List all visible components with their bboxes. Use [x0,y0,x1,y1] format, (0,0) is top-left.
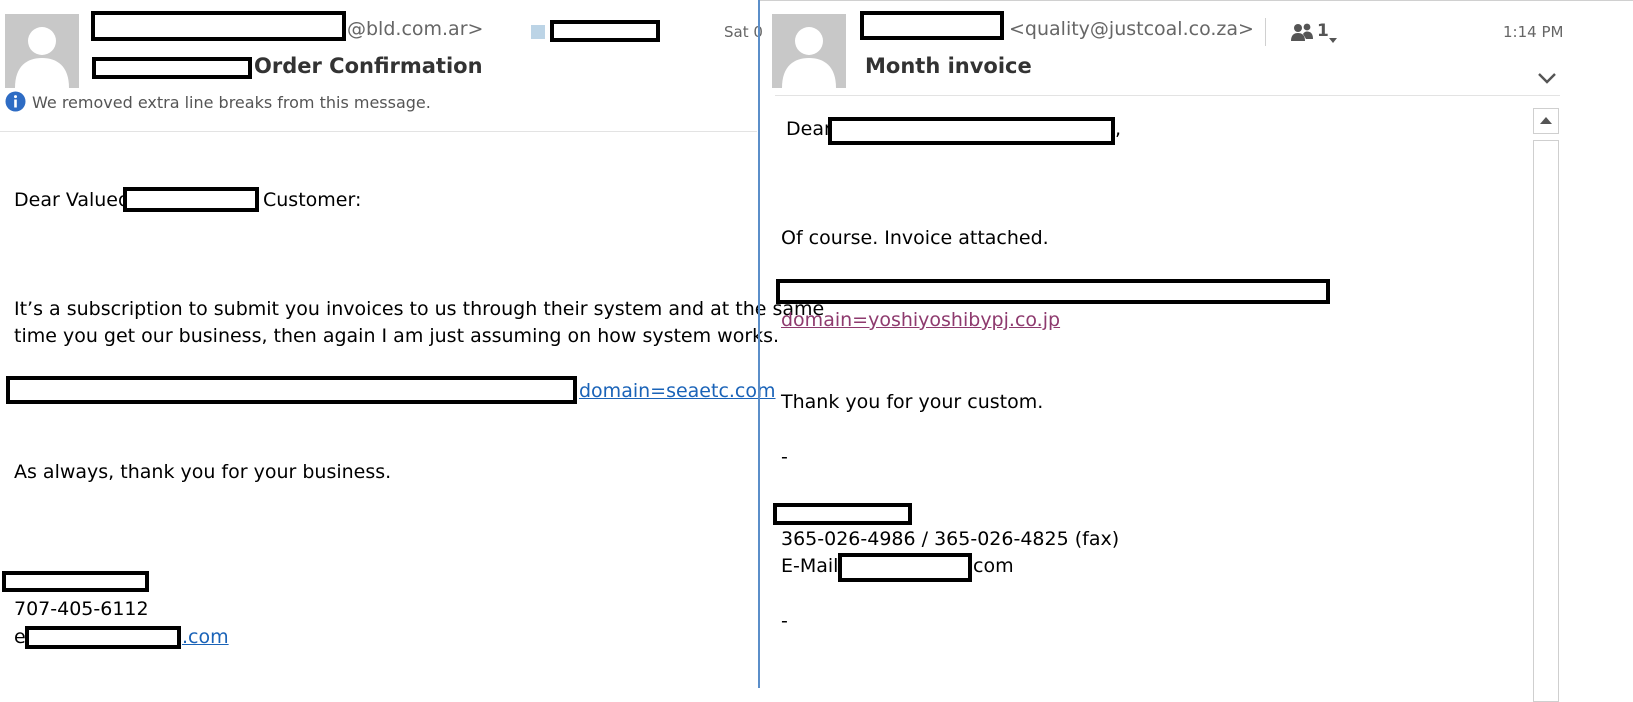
chevron-down-icon[interactable] [1537,70,1557,89]
left-greeting-suffix: Customer: [263,189,362,211]
right-thanks: Thank you for your custom. [781,391,1044,413]
left-paragraph-line2: time you get our business, then again I … [14,325,780,347]
right-sender-name-redaction [860,11,1004,40]
right-greeting-prefix: Dear [786,118,832,140]
left-email-prefix: e [14,626,26,648]
left-category-square [531,25,545,39]
left-email-suffix-link[interactable]: .com [182,626,229,648]
scrollbar-thumb[interactable] [1533,140,1559,702]
right-greeting-suffix: , [1115,118,1122,140]
right-greeting-redaction [828,117,1115,145]
right-pane-top-border [760,0,1633,1]
person-silhouette-icon [5,14,79,88]
right-subject: Month invoice [865,54,1032,78]
left-thanks: As always, thank you for your business. [14,461,392,483]
left-greeting-redaction [123,187,259,212]
scroll-up-icon[interactable] [1533,108,1559,134]
right-signature-name-redaction [773,503,912,525]
left-sender-domain[interactable]: @bld.com.ar> [347,18,483,40]
right-header-separator [775,95,1560,96]
left-recipient-redaction [550,20,660,42]
left-subject-redaction [92,57,252,79]
line-breaks-notice[interactable]: We removed extra line breaks from this m… [32,93,431,112]
right-sender-email[interactable]: <quality@justcoal.co.za> [1009,18,1254,40]
left-greeting-prefix: Dear Valued [14,189,131,211]
people-icon [1290,22,1314,46]
participants-count: 1 [1317,21,1329,41]
right-scrollbar[interactable] [1533,108,1559,702]
right-link-redaction [776,279,1330,304]
right-email-suffix: com [973,555,1014,577]
right-phone: 365-026-4986 / 365-026-4825 (fax) [781,528,1120,550]
person-silhouette-icon [772,14,846,88]
left-email-redaction [25,626,181,649]
left-paragraph-line1: It’s a subscription to submit you invoic… [14,298,825,320]
right-dash1: - [781,446,788,468]
left-signature-name-redaction [2,571,149,592]
right-dash2: - [781,610,788,632]
right-line1: Of course. Invoice attached. [781,227,1049,249]
header-separator-tick [1265,18,1266,46]
left-phone: 707-405-6112 [14,598,149,620]
left-link-redaction [6,376,577,404]
participants-dropdown-icon [1329,29,1337,48]
right-domain-link[interactable]: domain=yoshiyoshibypj.co.jp [781,309,1060,331]
right-email-label: E-Mail: [781,555,845,577]
left-header-separator [0,131,757,132]
left-sender-avatar [5,14,79,88]
info-icon [5,91,26,112]
right-sender-avatar [772,14,846,88]
left-sender-name-redaction [91,11,346,41]
right-time: 1:14 PM [1503,23,1564,41]
right-email-redaction [838,553,972,582]
pane-divider[interactable] [758,0,760,688]
left-domain-link[interactable]: domain=seaetc.com [579,380,776,402]
left-subject: Order Confirmation [254,54,483,78]
